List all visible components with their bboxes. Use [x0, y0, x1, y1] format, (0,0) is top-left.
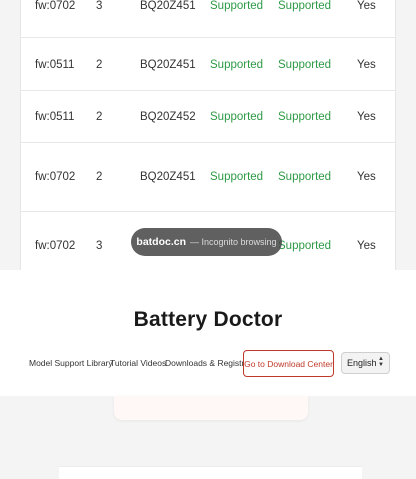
model-cell: BQ20Z451 — [140, 59, 196, 71]
yes-cell: Yes — [357, 59, 376, 71]
count-cell: 2 — [96, 59, 103, 71]
table-row: fw:0702 2 BQ20Z451 Supported Supported Y… — [21, 143, 395, 212]
support-cell: Supported — [278, 111, 332, 123]
firmware-cell: fw:0511 — [35, 59, 75, 71]
model-cell: BQ20Z451 — [140, 171, 196, 183]
yes-cell: Yes — [357, 0, 376, 12]
language-select[interactable]: English ▲ ▼ — [341, 352, 390, 374]
language-value: English — [347, 358, 377, 368]
support-cell: Supported — [278, 59, 332, 71]
site-title[interactable]: Battery Doctor — [0, 308, 416, 332]
table-row: fw:0511 2 BQ20Z451 Supported Supported Y… — [21, 38, 395, 91]
count-cell: 2 — [96, 171, 103, 183]
firmware-cell: fw:0702 — [35, 240, 76, 252]
site-header: Battery Doctor Model Support Library Tut… — [0, 270, 416, 396]
firmware-cell: fw:0702 — [35, 171, 76, 183]
incognito-label: — Incognito browsing — [190, 237, 277, 247]
support-cell: Supported — [278, 240, 332, 252]
content-card — [114, 396, 308, 420]
yes-cell: Yes — [357, 111, 376, 123]
download-center-button[interactable]: Go to Download Center — [243, 350, 334, 377]
support-cell: Supported — [210, 111, 264, 123]
model-cell: BQ20Z452 — [140, 111, 196, 123]
nav-model-support-library[interactable]: Model Support Library — [29, 358, 113, 368]
support-cell: Supported — [278, 171, 332, 183]
nav-tutorial-videos[interactable]: Tutorial Videos — [110, 358, 166, 368]
firmware-cell: fw:0702 — [35, 0, 76, 12]
support-cell: Supported — [210, 59, 264, 71]
select-arrows-icon: ▲ ▼ — [378, 356, 384, 368]
incognito-domain: batdoc.cn — [136, 236, 187, 248]
yes-cell: Yes — [357, 240, 376, 252]
count-cell: 2 — [96, 111, 103, 123]
firmware-cell: fw:0511 — [35, 111, 75, 123]
table-row: fw:0511 2 BQ20Z452 Supported Supported Y… — [21, 91, 395, 143]
count-cell: 3 — [96, 0, 103, 12]
table-area: fw:0702 3 BQ20Z451 Supported Supported Y… — [0, 0, 416, 270]
incognito-toast: batdoc.cn — Incognito browsing — [131, 228, 282, 256]
yes-cell: Yes — [357, 171, 376, 183]
page-content — [0, 396, 416, 479]
count-cell: 3 — [96, 240, 103, 252]
support-cell: Supported — [210, 171, 264, 183]
content-panel — [59, 466, 362, 479]
support-cell: Supported — [210, 0, 264, 12]
model-cell: BQ20Z451 — [140, 0, 196, 12]
support-cell: Supported — [278, 0, 332, 12]
table-row: fw:0702 3 BQ20Z451 Supported Supported Y… — [21, 0, 395, 38]
